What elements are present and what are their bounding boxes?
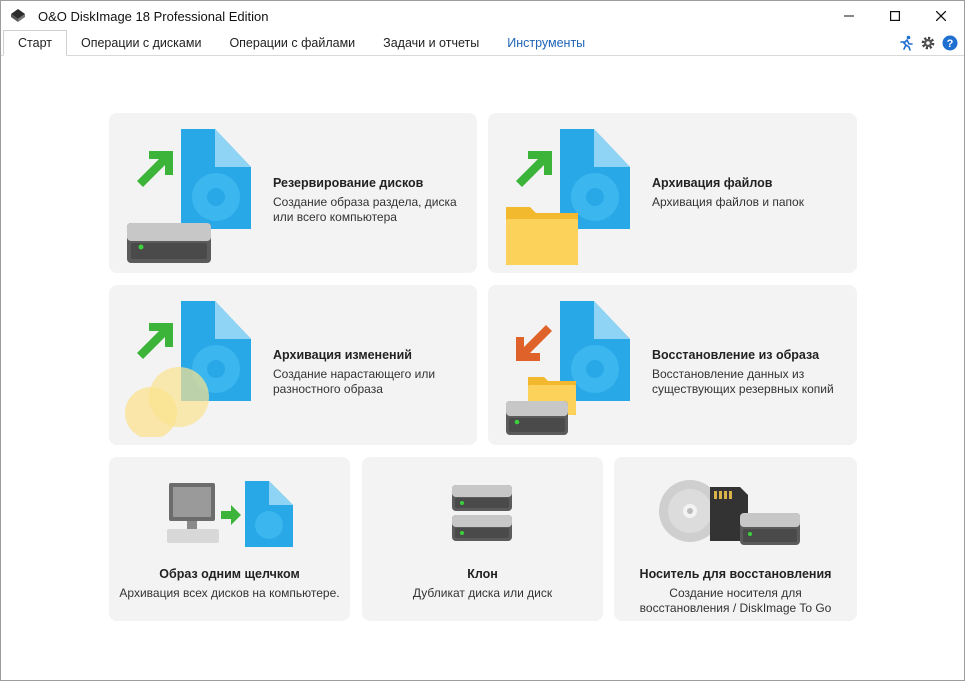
tile-title: Восстановление из образа — [652, 348, 820, 362]
window-title: O&O DiskImage 18 Professional Edition — [38, 8, 269, 24]
one-click-illustration — [167, 481, 293, 547]
runner-button[interactable] — [897, 34, 915, 52]
tile-restore[interactable]: Восстановление из образа Восстановление … — [488, 285, 857, 445]
minimize-button[interactable] — [826, 1, 872, 31]
tile-title: Резервирование дисков — [273, 176, 424, 190]
restore-illustration — [506, 301, 630, 435]
tile-title: Образ одним щелчком — [159, 567, 300, 581]
maximize-button[interactable] — [872, 1, 918, 31]
tile-text: Восстановление из образа Восстановление … — [652, 348, 852, 397]
tile-text: Архивация файлов Архивация файлов и папо… — [652, 176, 852, 210]
tile-rescue-media[interactable]: Носитель для восстановления Создание нос… — [614, 457, 857, 621]
close-icon — [936, 11, 946, 21]
tile-clone[interactable]: Клон Дубликат диска или диск — [362, 457, 603, 621]
tile-title: Архивация изменений — [273, 348, 412, 362]
toolbar-icons: ? — [897, 34, 959, 52]
tile-description: Восстановление данных из существующих ре… — [652, 367, 834, 396]
tile-description: Дубликат диска или диск — [412, 586, 553, 600]
clone-illustration — [452, 485, 512, 541]
help-button[interactable]: ? — [941, 34, 959, 52]
tile-title: Носитель для восстановления — [639, 567, 832, 581]
tile-description: Создание носителя для восстановления / D… — [639, 586, 832, 615]
tile-disk-backup[interactable]: Резервирование дисков Создание образа ра… — [109, 113, 477, 273]
tile-incremental-backup[interactable]: Архивация изменений Создание нарастающег… — [109, 285, 477, 445]
minimize-icon — [844, 15, 854, 17]
rescue-media-illustration — [659, 480, 800, 545]
tile-title: Архивация файлов — [652, 176, 773, 190]
tab-tools[interactable]: Инструменты — [493, 32, 599, 55]
tile-description: Архивация всех дисков на компьютере. — [119, 586, 340, 600]
tile-file-backup[interactable]: Архивация файлов Архивация файлов и папо… — [488, 113, 857, 273]
tab-bar: Старт Операции с дисками Операции с файл… — [1, 30, 964, 56]
incremental-backup-illustration — [125, 301, 251, 437]
file-backup-illustration — [506, 129, 630, 265]
tab-disk-operations[interactable]: Операции с дисками — [67, 32, 215, 55]
close-button[interactable] — [918, 1, 964, 31]
tile-description: Создание нарастающего или разностного об… — [273, 367, 436, 396]
svg-text:?: ? — [947, 38, 954, 50]
tile-text: Резервирование дисков Создание образа ра… — [273, 176, 473, 225]
app-logo-icon — [11, 9, 25, 22]
tile-description: Создание образа раздела, диска или всего… — [273, 195, 457, 224]
disk-backup-illustration — [127, 129, 251, 263]
title-bar[interactable]: O&O DiskImage 18 Professional Edition — [1, 1, 964, 31]
window-controls — [826, 1, 964, 31]
tile-text: Архивация изменений Создание нарастающег… — [273, 348, 473, 397]
tile-text: Носитель для восстановления Создание нос… — [614, 567, 857, 616]
tile-title: Клон — [467, 567, 498, 581]
app-window: O&O DiskImage 18 Professional Edition Ст… — [0, 0, 965, 681]
tab-tasks-reports[interactable]: Задачи и отчеты — [369, 32, 493, 55]
tile-text: Образ одним щелчком Архивация всех диско… — [109, 567, 350, 601]
gear-icon — [921, 36, 935, 50]
tile-one-click-image[interactable]: Образ одним щелчком Архивация всех диско… — [109, 457, 350, 621]
maximize-icon — [890, 11, 900, 21]
help-icon: ? — [942, 35, 958, 51]
runner-icon — [900, 35, 913, 51]
tab-file-operations[interactable]: Операции с файлами — [215, 32, 369, 55]
tab-start[interactable]: Старт — [3, 30, 67, 56]
tile-description: Архивация файлов и папок — [652, 195, 804, 209]
settings-button[interactable] — [919, 34, 937, 52]
tile-text: Клон Дубликат диска или диск — [362, 567, 603, 601]
